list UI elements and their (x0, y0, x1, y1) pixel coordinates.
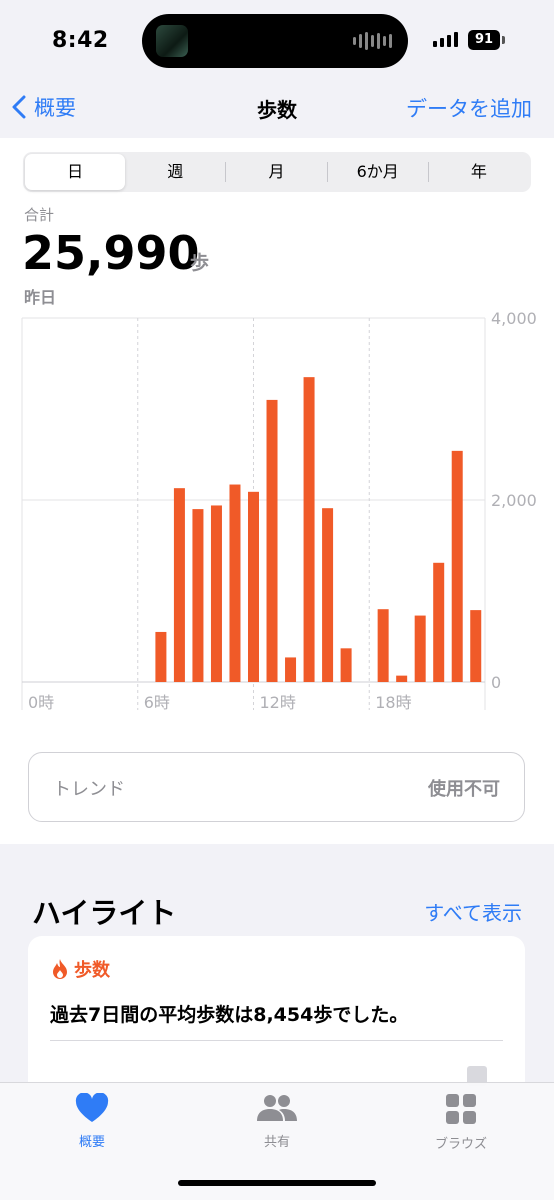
x-tick-label: 12時 (260, 693, 296, 712)
y-tick-label: 2,000 (491, 491, 537, 510)
audio-waveform-icon (353, 32, 392, 50)
x-tick-label: 6時 (144, 693, 170, 712)
chart-bar (451, 450, 463, 682)
segment-year[interactable]: 年 (429, 154, 529, 190)
chart-bar (340, 648, 352, 682)
chart-bar (155, 631, 167, 682)
chart-bar (210, 505, 222, 682)
segment-week[interactable]: 週 (125, 154, 225, 190)
chart-bar (433, 562, 445, 682)
tab-browse[interactable]: ブラウズ (401, 1093, 521, 1152)
trend-status: 使用不可 (428, 779, 500, 800)
steps-chart[interactable]: 4,000 2,000 0 0時 6時 12時 18時 (0, 308, 554, 728)
status-bar: 8:42 91 (0, 0, 554, 80)
battery-tip (502, 36, 505, 44)
heart-icon (75, 1092, 109, 1122)
grid-icon (446, 1094, 476, 1124)
chart-bar (248, 491, 259, 682)
chart-bar (303, 377, 315, 682)
chart-bar (266, 399, 278, 682)
home-indicator (178, 1180, 376, 1186)
x-tick-label: 18時 (375, 693, 411, 712)
chart-bar (322, 508, 334, 682)
flame-icon (53, 959, 67, 979)
y-tick-label: 4,000 (491, 309, 537, 328)
segment-day[interactable]: 日 (25, 154, 126, 190)
cellular-signal-icon (433, 32, 458, 47)
trend-panel[interactable]: トレンド 使用不可 (28, 752, 525, 822)
people-icon (257, 1095, 297, 1121)
chart-bar (285, 657, 297, 682)
tab-summary-label: 概要 (78, 1135, 105, 1150)
dynamic-island[interactable] (142, 14, 408, 68)
now-playing-artwork[interactable] (156, 25, 188, 57)
chart-bar (229, 484, 241, 682)
add-data-button[interactable]: データを追加 (406, 93, 532, 123)
chart-bar (470, 610, 482, 682)
trend-label: トレンド (53, 779, 125, 800)
show-all-button[interactable]: すべて表示 (424, 897, 522, 926)
total-steps-value: 25,990 (22, 226, 200, 280)
x-tick-label: 0時 (28, 693, 54, 712)
battery-icon: 91 (468, 30, 500, 50)
date-label: 昨日 (24, 288, 57, 307)
tab-browse-label: ブラウズ (434, 1137, 487, 1152)
status-time: 8:42 (52, 28, 109, 53)
tab-sharing[interactable]: 共有 (217, 1093, 337, 1150)
chart-bar (377, 609, 389, 682)
chart-bar (414, 615, 426, 682)
steps-detail-card: 日 週 月 6か月 年 合計 25,990 歩 昨日 4,000 2,000 0 0時… (0, 138, 554, 844)
tab-sharing-label: 共有 (263, 1135, 290, 1150)
navigation-bar: 概要 歩数 データを追加 (0, 80, 554, 138)
highlights-title: ハイライト (32, 896, 177, 930)
tab-summary[interactable]: 概要 (32, 1092, 152, 1150)
highlight-text: 過去7日間の平均歩数は8,454歩でした。 (50, 1004, 409, 1026)
steps-bar-chart-svg[interactable]: 4,000 2,000 0 0時 6時 12時 18時 (0, 308, 554, 728)
total-steps-unit: 歩 (190, 252, 210, 274)
segment-6months[interactable]: 6か月 (328, 154, 428, 190)
highlight-category-label: 歩数 (74, 960, 110, 981)
highlight-divider (50, 1040, 503, 1041)
y-tick-label: 0 (491, 673, 501, 692)
chart-bar (396, 675, 408, 682)
total-label: 合計 (24, 206, 55, 224)
segment-month[interactable]: 月 (226, 154, 326, 190)
chart-bar (192, 509, 204, 682)
chart-bar (173, 488, 185, 682)
period-segmented-control: 日 週 月 6か月 年 (23, 152, 531, 192)
highlight-category: 歩数 (50, 956, 110, 982)
